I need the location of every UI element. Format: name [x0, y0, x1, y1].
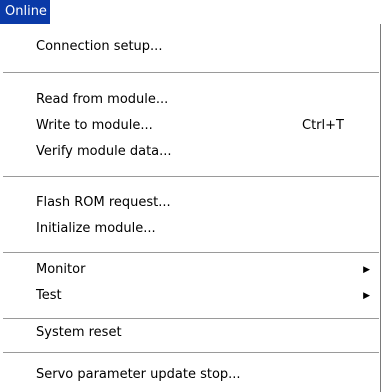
menu-item-label: Write to module...: [36, 118, 153, 133]
menu-item-initialize-module[interactable]: Initialize module...: [0, 216, 380, 242]
submenu-arrow-icon: ▶: [363, 291, 370, 301]
submenu-arrow-icon: ▶: [363, 265, 370, 275]
menu-item-label: System reset: [36, 325, 122, 340]
menu-item-flash-rom-request[interactable]: Flash ROM request...: [0, 190, 380, 216]
menu-item-label: Initialize module...: [36, 221, 156, 236]
menu-separator: [3, 352, 379, 354]
menu-separator: [3, 176, 379, 178]
menu-item-verify-module-data[interactable]: Verify module data...: [0, 139, 380, 165]
menu-item-label: Test: [36, 288, 62, 303]
menu-separator: [3, 72, 379, 74]
menu-item-servo-parameter-update-stop[interactable]: Servo parameter update stop...: [0, 362, 380, 388]
menu-item-label: Connection setup...: [36, 39, 163, 54]
shortcut-label: Ctrl+T: [302, 118, 344, 133]
menu-item-test[interactable]: Test ▶: [0, 283, 380, 309]
menu-online[interactable]: Online: [0, 0, 50, 24]
menu-item-label: Servo parameter update stop...: [36, 367, 241, 382]
menu-item-connection-setup[interactable]: Connection setup...: [0, 34, 380, 60]
menu-item-write-to-module[interactable]: Write to module... Ctrl+T: [0, 113, 380, 139]
menu-item-monitor[interactable]: Monitor ▶: [0, 257, 380, 283]
menu-item-system-reset[interactable]: System reset: [0, 320, 380, 346]
menu-item-label: Flash ROM request...: [36, 195, 171, 210]
menu-separator: [3, 252, 379, 254]
menu-item-label: Monitor: [36, 262, 86, 277]
menu-item-label: Read from module...: [36, 92, 169, 107]
menu-item-read-from-module[interactable]: Read from module...: [0, 87, 380, 113]
online-dropdown-menu: Connection setup... Read from module... …: [0, 24, 381, 392]
menu-item-label: Verify module data...: [36, 144, 172, 159]
